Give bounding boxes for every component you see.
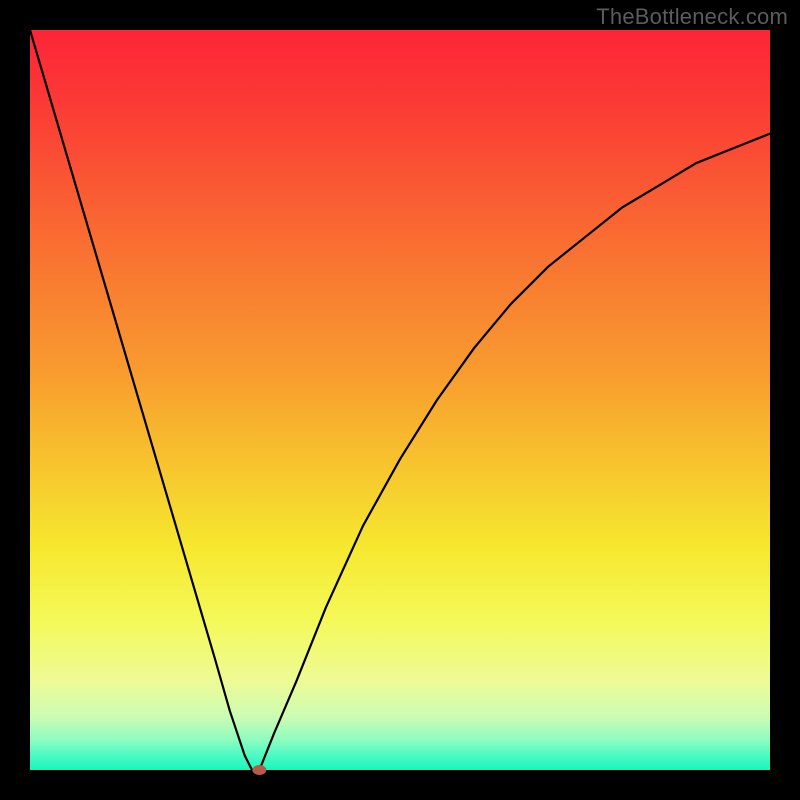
optimum-marker (252, 765, 266, 775)
curve-svg (30, 30, 770, 770)
bottleneck-curve (30, 30, 770, 770)
watermark-text: TheBottleneck.com (596, 4, 788, 30)
plot-area (30, 30, 770, 770)
chart-frame: TheBottleneck.com (0, 0, 800, 800)
